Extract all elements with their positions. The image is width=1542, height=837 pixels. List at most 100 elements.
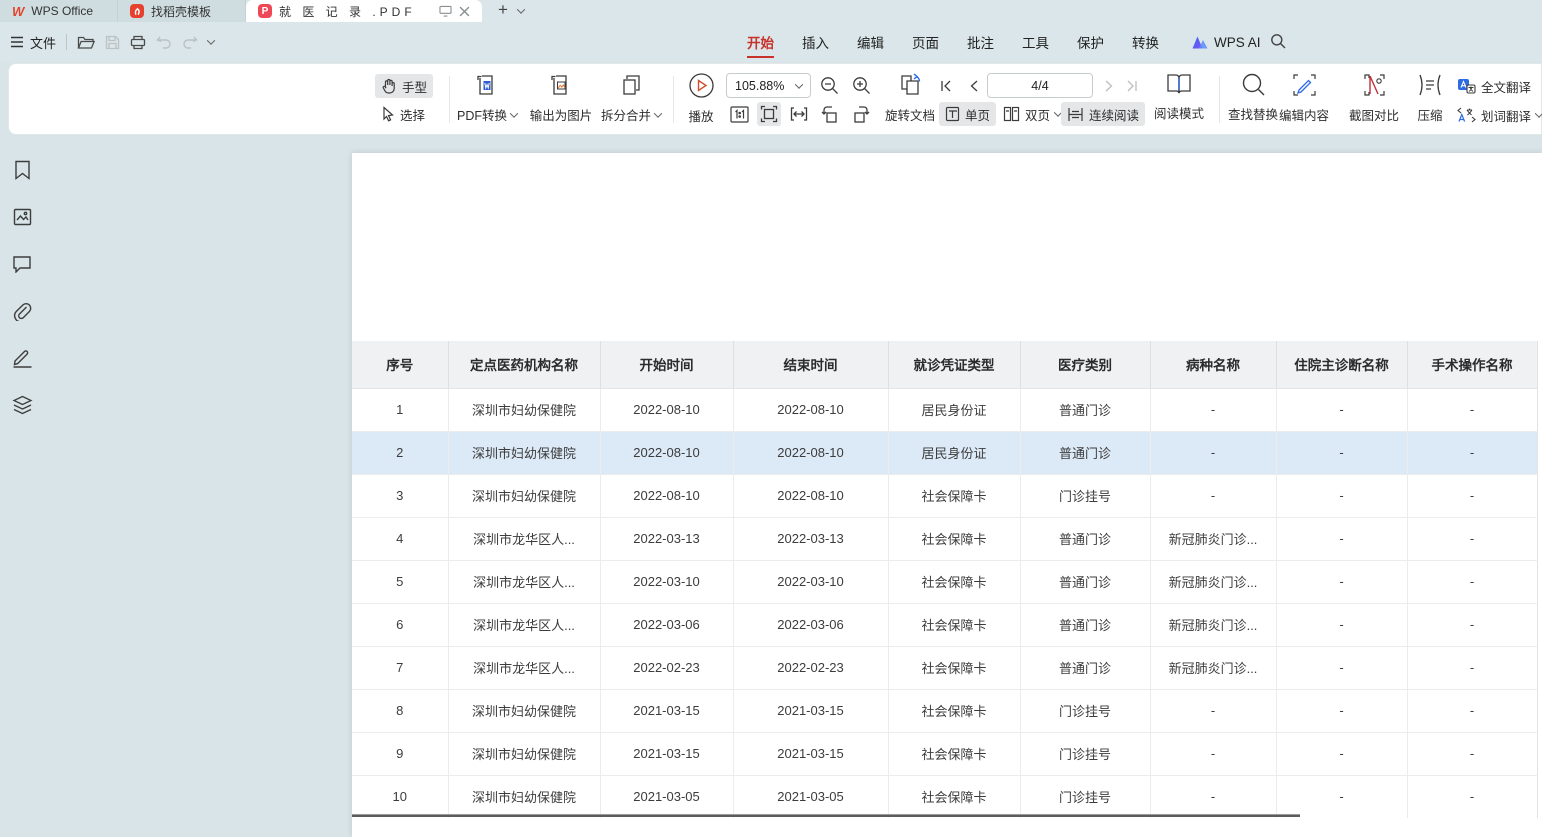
- fit-page-button[interactable]: [787, 102, 811, 126]
- fit-width-button[interactable]: [757, 102, 781, 126]
- table-cell: 深圳市妇幼保健院: [448, 474, 600, 517]
- redo-icon[interactable]: [182, 35, 198, 49]
- table-cell: 2021-03-15: [600, 732, 733, 775]
- close-tab-icon[interactable]: [459, 6, 470, 17]
- menu-item-convert[interactable]: 转换: [1118, 22, 1173, 62]
- page-number-input[interactable]: 4/4: [987, 73, 1093, 98]
- select-tool-button[interactable]: 选择: [375, 102, 431, 126]
- single-page-button[interactable]: 单页: [939, 102, 996, 126]
- share-to-device-icon[interactable]: [439, 5, 452, 17]
- attachment-icon[interactable]: [9, 298, 35, 324]
- zoom-out-button[interactable]: [817, 73, 841, 97]
- layers-icon[interactable]: [9, 392, 35, 418]
- last-page-button[interactable]: [1122, 74, 1142, 98]
- comment-icon[interactable]: [9, 251, 35, 277]
- table-cell: -: [1407, 775, 1537, 818]
- table-cell: -: [1276, 431, 1407, 474]
- rotate-left-button[interactable]: [817, 102, 841, 126]
- table-cell: -: [1150, 474, 1276, 517]
- rotate-right-button[interactable]: [849, 102, 873, 126]
- split-merge-label: 拆分合并: [601, 105, 651, 124]
- wps-logo-icon: W: [12, 4, 24, 19]
- read-mode-button[interactable]: 阅读模式: [1151, 72, 1207, 122]
- undo-icon[interactable]: [156, 35, 172, 49]
- tab-docer-templates[interactable]: 找稻壳模板: [118, 0, 246, 22]
- menu-search-icon[interactable]: [1270, 33, 1286, 49]
- menu-item-home[interactable]: 开始: [733, 22, 788, 62]
- file-menu-button[interactable]: 文件: [10, 33, 56, 52]
- table-cell: -: [1407, 732, 1537, 775]
- table-row: 3深圳市妇幼保健院2022-08-102022-08-10社会保障卡门诊挂号--…: [352, 474, 1537, 517]
- table-cell: 深圳市妇幼保健院: [448, 388, 600, 431]
- tab-document-pdf[interactable]: P 就 医 记 录 .PDF: [246, 0, 482, 22]
- table-row: 6深圳市龙华区人...2022-03-062022-03-06社会保障卡普通门诊…: [352, 603, 1537, 646]
- export-image-button[interactable]: 输出为图片: [525, 72, 597, 124]
- single-page-icon: [945, 106, 960, 122]
- table-cell: 新冠肺炎门诊...: [1150, 517, 1276, 560]
- table-cell: 普通门诊: [1020, 603, 1150, 646]
- next-page-button[interactable]: [1099, 74, 1119, 98]
- bookmark-icon[interactable]: [9, 157, 35, 183]
- table-cell: 2022-08-10: [733, 431, 888, 474]
- single-page-label: 单页: [965, 105, 990, 124]
- table-cell: 2022-02-23: [733, 646, 888, 689]
- tab-list-chevron-icon[interactable]: [517, 5, 525, 13]
- rotate-document-label: 旋转文档: [885, 105, 935, 124]
- play-button[interactable]: 播放: [679, 72, 723, 125]
- wps-ai-button[interactable]: WPS AI: [1192, 22, 1261, 62]
- first-page-button[interactable]: [936, 74, 956, 98]
- print-icon[interactable]: [130, 35, 146, 50]
- file-menu-label: 文件: [30, 33, 56, 52]
- open-file-icon[interactable]: [77, 35, 95, 50]
- thumbnail-icon[interactable]: [9, 204, 35, 230]
- table-cell: 深圳市妇幼保健院: [448, 775, 600, 818]
- screenshot-compare-button[interactable]: 截图对比: [1343, 72, 1405, 124]
- table-cell: 3: [352, 474, 448, 517]
- table-cell: -: [1150, 431, 1276, 474]
- signature-icon[interactable]: [9, 345, 35, 371]
- menu-item-edit[interactable]: 编辑: [843, 22, 898, 62]
- table-cell: 门诊挂号: [1020, 689, 1150, 732]
- table-cell: 深圳市龙华区人...: [448, 646, 600, 689]
- table-cell: 2022-03-10: [733, 560, 888, 603]
- edit-content-button[interactable]: 编辑内容: [1273, 72, 1335, 124]
- rotate-left-icon: [820, 105, 839, 123]
- continuous-reading-button[interactable]: 连续阅读: [1061, 102, 1145, 126]
- pdf-convert-button[interactable]: PDF转换: [451, 72, 523, 124]
- tab-bar: W WPS Office 找稻壳模板 P 就 医 记 录 .PDF +: [0, 0, 1542, 22]
- zoom-level-select[interactable]: 105.88%: [726, 73, 811, 98]
- table-cell: -: [1276, 603, 1407, 646]
- tab-wps-office[interactable]: W WPS Office: [0, 0, 118, 22]
- export-image-icon: [548, 72, 574, 98]
- rotate-document-button[interactable]: 旋转文档: [881, 72, 939, 124]
- menu-item-insert[interactable]: 插入: [788, 22, 843, 62]
- chevron-down-icon: [795, 80, 803, 88]
- table-cell: 深圳市龙华区人...: [448, 560, 600, 603]
- hand-tool-button[interactable]: 手型: [375, 74, 433, 98]
- menu-item-tools[interactable]: 工具: [1008, 22, 1063, 62]
- previous-page-button[interactable]: [963, 74, 983, 98]
- compress-label: 压缩: [1417, 105, 1442, 124]
- table-header-cell: 住院主诊断名称: [1276, 341, 1407, 388]
- table-row: 2深圳市妇幼保健院2022-08-102022-08-10居民身份证普通门诊--…: [352, 431, 1537, 474]
- zoom-in-button[interactable]: [849, 73, 873, 97]
- actual-size-button[interactable]: [727, 102, 751, 126]
- new-tab-icon[interactable]: +: [498, 0, 508, 22]
- menu-item-page[interactable]: 页面: [898, 22, 953, 62]
- menu-item-protect[interactable]: 保护: [1063, 22, 1118, 62]
- double-page-label: 双页: [1025, 105, 1050, 124]
- play-icon: [688, 72, 715, 99]
- double-page-button[interactable]: 双页: [997, 102, 1067, 126]
- table-cell: 2022-03-13: [600, 517, 733, 560]
- table-cell: 2: [352, 431, 448, 474]
- table-header-row: 序号定点医药机构名称开始时间结束时间就诊凭证类型医疗类别病种名称住院主诊断名称手…: [352, 341, 1537, 388]
- word-translate-button[interactable]: 划词翻译: [1451, 103, 1542, 127]
- compress-button[interactable]: 压缩: [1407, 72, 1453, 124]
- full-text-translate-button[interactable]: 全文翻译: [1451, 74, 1537, 98]
- quick-access-chevron-icon[interactable]: [207, 36, 215, 44]
- save-icon[interactable]: [105, 35, 120, 50]
- table-cell: 社会保障卡: [888, 689, 1020, 732]
- menu-item-annotate[interactable]: 批注: [953, 22, 1008, 62]
- table-cell: 社会保障卡: [888, 474, 1020, 517]
- split-merge-button[interactable]: 拆分合并: [593, 72, 669, 124]
